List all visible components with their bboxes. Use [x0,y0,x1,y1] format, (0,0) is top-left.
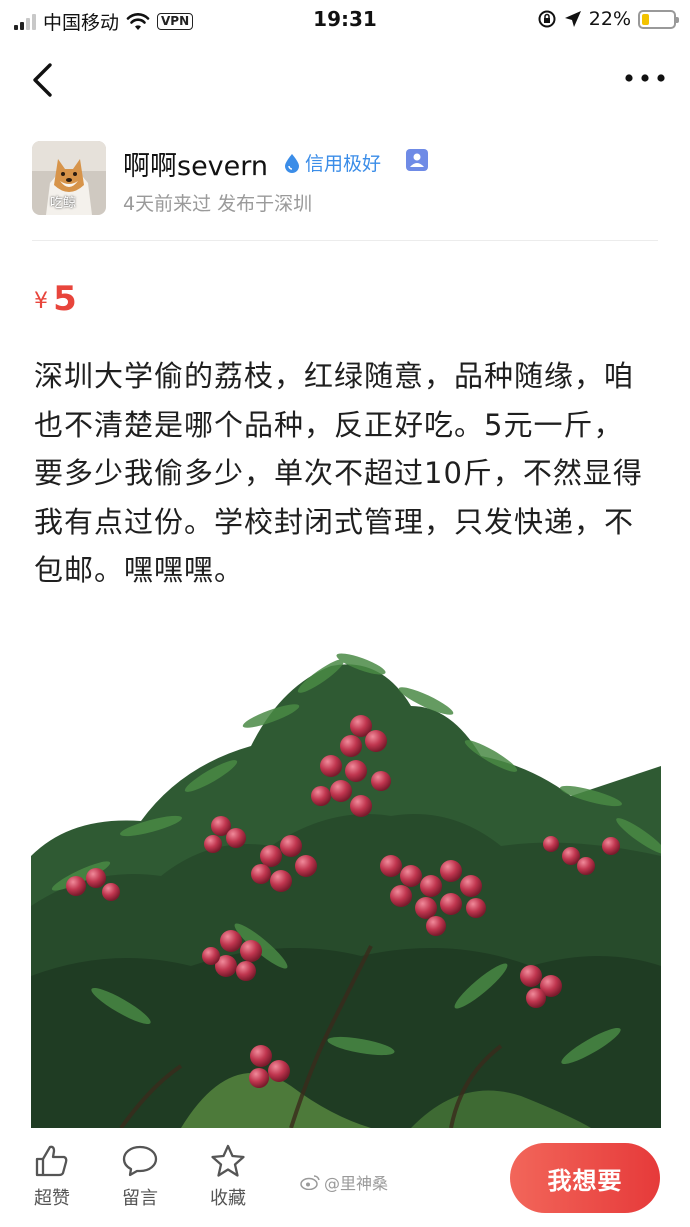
comment-button[interactable]: 留言 [110,1144,170,1210]
product-photo[interactable] [31,646,661,1128]
water-drop-icon [285,153,299,173]
like-button[interactable]: 超赞 [22,1144,82,1210]
rotation-lock-icon [538,10,556,28]
divider [32,240,658,241]
avatar-caption: 吃鲸 [50,196,77,211]
comment-label: 留言 [122,1188,158,1209]
ellipsis-icon[interactable] [624,68,666,88]
location-arrow-icon [564,11,581,27]
star-icon [211,1144,245,1177]
thumbs-up-icon [35,1145,68,1177]
battery-percent: 22% [588,8,631,30]
seller-header: 吃鲸 啊啊severn 信用极好 4天前来过 发布于深圳 [32,141,658,219]
seller-name[interactable]: 啊啊severn [123,144,268,183]
price-currency: ¥ [34,289,48,314]
listing-description: 深圳大学偷的荔枝，红绿随意，品种随缘，咱也不清楚是哪个品种，反正好吃。5元一斤，… [34,359,643,587]
chevron-left-icon[interactable] [26,62,60,98]
weibo-logo-icon [300,1175,320,1190]
favorite-label: 收藏 [210,1188,246,1209]
watermark-text: @里神桑 [324,1174,389,1193]
bottom-action-bar: 超赞 留言 收藏 @里神桑 我想要 [0,1128,690,1227]
verified-user-icon [406,149,428,171]
avatar[interactable]: 吃鲸 [32,141,106,215]
price-value: 5 [53,279,77,319]
price: ¥ 5 [34,279,77,319]
like-label: 超赞 [34,1188,70,1209]
want-button[interactable]: 我想要 [510,1143,660,1213]
status-bar: 中国移动 VPN 19:31 22% [0,0,690,40]
credit-label: 信用极好 [305,153,382,175]
comment-bubble-icon [122,1145,158,1177]
credit-badge[interactable]: 信用极好 [284,149,381,176]
battery-icon [638,9,679,29]
seller-meta: 4天前来过 发布于深圳 [123,193,313,215]
nav-bar [0,48,690,112]
watermark: @里神桑 [300,1170,388,1194]
favorite-button[interactable]: 收藏 [198,1144,258,1210]
